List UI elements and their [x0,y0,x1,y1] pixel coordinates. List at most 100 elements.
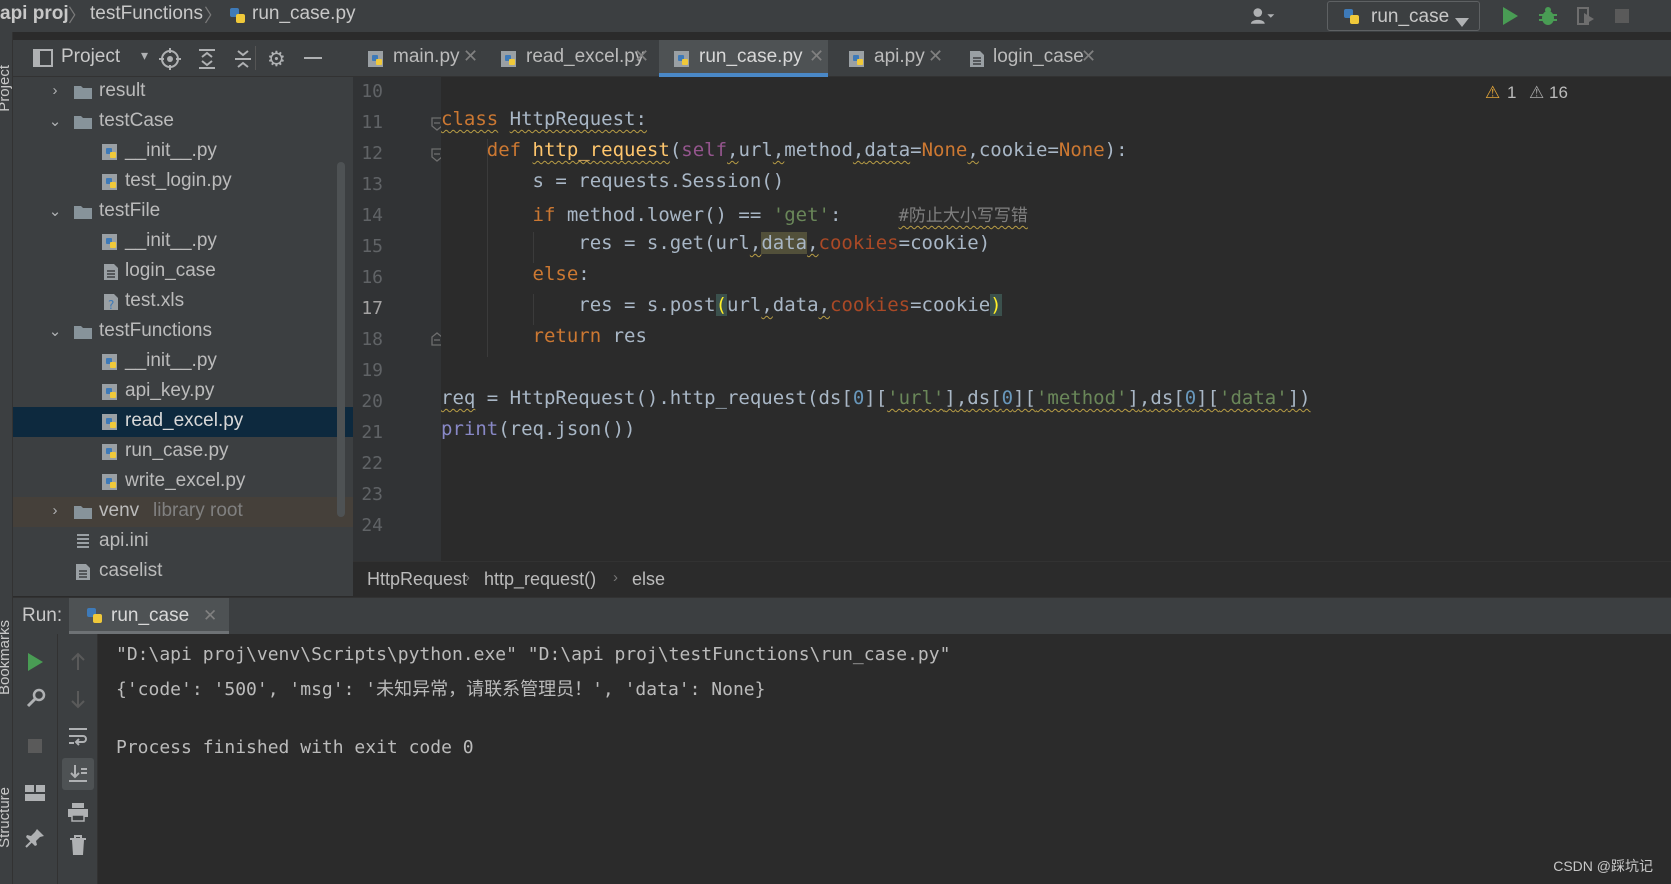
tab-login-case[interactable]: login_case ✕ [953,40,1103,77]
text-file-icon [101,263,121,281]
tab-label: main.py [393,46,460,67]
tab-read-excel-py[interactable]: read_excel.py ✕ [486,40,653,77]
tree-file-run-case[interactable]: run_case.py [13,437,353,467]
code-line-11: class HttpRequest: [441,108,647,130]
hide-panel-icon[interactable] [304,57,322,59]
code-token: ][ [1013,387,1036,409]
chevron-right-icon[interactable]: › [47,82,63,102]
tree-file-login-case[interactable]: login_case [13,257,353,287]
scroll-to-end-icon[interactable] [62,758,94,790]
wrench-icon[interactable] [23,687,47,711]
code-token: ][ [1196,387,1220,409]
tab-main-py[interactable]: main.py ✕ [353,40,481,77]
close-icon[interactable]: ✕ [634,46,649,67]
tree-file-init[interactable]: __init__.py [13,347,353,377]
print-icon[interactable] [66,800,90,824]
chevron-right-icon[interactable]: › [47,502,63,522]
tree-file-api-key[interactable]: api_key.py [13,377,353,407]
arrow-down-icon[interactable] [66,687,90,711]
breadcrumb-folder[interactable]: testFunctions [90,3,203,25]
line-number: 18 [361,329,383,350]
stop-icon[interactable] [1609,4,1635,28]
select-opened-file-icon[interactable] [159,48,181,75]
chevron-down-icon[interactable]: ⌄ [47,112,63,132]
tree-item-label: __init__.py [125,140,217,161]
tree-file-test-xls[interactable]: ? test.xls [13,287,353,317]
python-icon [85,606,105,631]
trash-icon[interactable] [66,833,90,857]
code-token: http_request [532,139,670,161]
collapse-all-icon[interactable] [232,48,254,75]
tab-api-py[interactable]: api.py ✕ [834,40,946,77]
run-icon[interactable] [1497,4,1523,28]
soft-wrap-icon[interactable] [66,724,90,748]
code-line-16: else: [441,263,590,285]
tree-item-label: read_excel.py [125,410,244,431]
code-line-20: req = HttpRequest().http_request(ds[0]['… [441,387,1311,409]
chevron-down-icon[interactable]: ⌄ [47,202,63,222]
code-token: print [441,418,499,440]
expand-all-icon[interactable] [196,48,218,75]
code-line-13: s = requests.Session() [441,170,785,192]
stop-icon[interactable] [23,734,47,758]
breadcrumb-project[interactable]: api proj [0,3,69,25]
run-tab-run-case[interactable]: run_case ✕ [69,598,229,635]
breadcrumb-file[interactable]: run_case.py [252,3,356,25]
tree-scrollbar[interactable] [337,162,345,517]
tree-file-init[interactable]: __init__.py [13,137,353,167]
layout-icon[interactable] [23,781,47,805]
code-token: 'method' [1035,387,1128,409]
warning-icon[interactable]: ⚠ [1485,83,1500,103]
tab-run-case-py[interactable]: run_case.py ✕ [659,40,828,77]
python-file-icon [228,6,248,26]
code-token: = HttpRequest().http_request(ds[ [475,387,853,409]
run-configuration-selector[interactable]: run_case [1327,1,1480,31]
tree-item-label: __init__.py [125,230,217,251]
code-editor[interactable]: ⚠ 1 ⚠ 16 class HttpRequest: def http_req… [441,77,1671,561]
tree-file-caselist[interactable]: caselist [13,557,353,587]
code-token: cookies [818,232,899,254]
tree-folder-result[interactable]: › result [13,77,353,107]
tree-folder-venv[interactable]: › venv library root [13,497,353,527]
rerun-icon[interactable] [23,650,47,674]
view-mode-dropdown-icon[interactable]: ▾ [141,47,148,64]
tree-file-test-login[interactable]: test_login.py [13,167,353,197]
code-token: method.lower() == [555,204,773,226]
close-icon[interactable]: ✕ [809,46,824,67]
breadcrumb-block[interactable]: else [632,569,665,590]
tree-file-write-excel[interactable]: write_excel.py [13,467,353,497]
close-icon[interactable]: ✕ [928,46,943,67]
user-account-icon[interactable] [1250,4,1276,28]
tab-label: run_case.py [699,46,803,67]
code-token: =cookie) [898,232,991,254]
project-tool-window-button[interactable]: Project [0,65,13,112]
close-icon[interactable]: ✕ [1081,46,1096,67]
tree-folder-testcase[interactable]: ⌄ testCase [13,107,353,137]
tree-folder-testfile[interactable]: ⌄ testFile [13,197,353,227]
chevron-down-icon[interactable]: ⌄ [47,322,63,342]
project-panel-title[interactable]: Project [61,46,120,68]
editor-gutter: 10 11 12 13 14 15 16 17 18 19 20 21 22 2… [353,77,443,561]
python-file-icon [848,50,868,73]
bookmarks-tool-window-button[interactable]: Bookmarks [0,620,13,695]
tree-file-read-excel[interactable]: read_excel.py [13,407,353,437]
run-console[interactable]: "D:\api proj\venv\Scripts\python.exe" "D… [98,634,1671,884]
breadcrumb-method[interactable]: http_request() [484,569,596,590]
tree-file-api-ini[interactable]: api.ini [13,527,353,557]
breadcrumb-class[interactable]: HttpRequest [367,569,467,590]
code-token: ( [669,139,682,161]
tree-folder-testfunctions[interactable]: ⌄ testFunctions [13,317,353,347]
project-view-icon [33,49,53,67]
gear-icon[interactable]: ⚙ [267,47,286,72]
run-with-coverage-icon[interactable] [1572,4,1598,28]
close-icon[interactable]: ✕ [203,606,217,626]
structure-tool-window-button[interactable]: Structure [0,787,13,848]
weak-warning-icon[interactable]: ⚠ [1529,83,1544,103]
python-file-icon [101,443,121,461]
close-icon[interactable]: ✕ [463,46,478,67]
arrow-up-icon[interactable] [66,650,90,674]
code-token: ]) [1287,387,1311,409]
pin-icon[interactable] [23,826,47,850]
tree-file-init[interactable]: __init__.py [13,227,353,257]
debug-icon[interactable] [1535,4,1561,28]
